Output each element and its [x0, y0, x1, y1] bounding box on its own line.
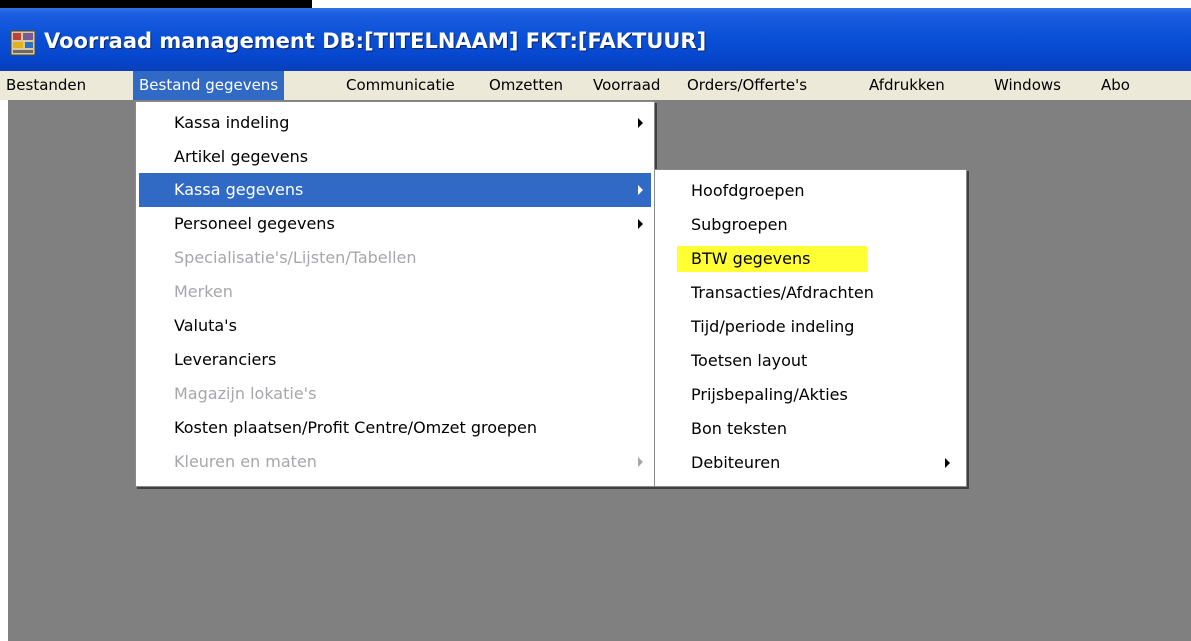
menu-item-artikel-gegevens[interactable]: Artikel gegevens: [136, 140, 654, 174]
menu-bar: Bestanden Bestand gegevens Communicatie …: [0, 71, 1191, 101]
menu-item-label: Kassa indeling: [174, 113, 290, 132]
menu-item-personeel-gegevens[interactable]: Personeel gegevens: [136, 207, 654, 241]
application-window: Voorraad management DB:[TITELNAAM] FKT:[…: [0, 0, 1191, 641]
menu-item-label: Toetsen layout: [691, 351, 808, 370]
submenu-arrow-icon: [638, 185, 643, 195]
menu-item-label: BTW gegevens: [691, 249, 811, 268]
menu-item-label: Kassa gegevens: [174, 180, 304, 199]
menu-item-merken: Merken: [136, 275, 654, 309]
menu-item-label: Leveranciers: [174, 350, 277, 369]
menu-item-transacties-afdrachten[interactable]: Transacties/Afdrachten: [655, 276, 966, 310]
menu-item-valutas[interactable]: Valuta's: [136, 309, 654, 343]
menu-orders-offertes[interactable]: Orders/Offerte's: [681, 71, 813, 100]
submenu-arrow-icon: [945, 458, 950, 468]
menu-item-label: Prijsbepaling/Akties: [691, 385, 848, 404]
menu-item-specialisaties: Specialisatie's/Lijsten/Tabellen: [136, 241, 654, 275]
menu-item-prijsbepaling-akties[interactable]: Prijsbepaling/Akties: [655, 378, 966, 412]
submenu-arrow-icon: [638, 219, 643, 229]
menu-item-label: Artikel gegevens: [174, 147, 309, 166]
menu-bestanden[interactable]: Bestanden: [0, 71, 92, 100]
top-edge-strip: [0, 0, 312, 8]
menu-item-label: Hoofdgroepen: [691, 181, 805, 200]
menu-item-label: Kosten plaatsen/Profit Centre/Omzet groe…: [174, 418, 538, 437]
menu-communicatie[interactable]: Communicatie: [340, 71, 461, 100]
menu-item-kleuren-en-maten: Kleuren en maten: [136, 445, 654, 479]
menu-item-toetsen-layout[interactable]: Toetsen layout: [655, 344, 966, 378]
menu-item-magazijn-lokaties: Magazijn lokatie's: [136, 377, 654, 411]
menu-item-label: Subgroepen: [691, 215, 788, 234]
menu-item-kosten-plaatsen[interactable]: Kosten plaatsen/Profit Centre/Omzet groe…: [136, 411, 654, 445]
menu-item-tijd-periode-indeling[interactable]: Tijd/periode indeling: [655, 310, 966, 344]
submenu-arrow-icon: [638, 118, 643, 128]
menu-item-label: Transacties/Afdrachten: [691, 283, 874, 302]
menu-windows[interactable]: Windows: [988, 71, 1067, 100]
title-bar[interactable]: Voorraad management DB:[TITELNAAM] FKT:[…: [0, 8, 1191, 71]
menu-item-label: Personeel gegevens: [174, 214, 335, 233]
menu-item-kassa-indeling[interactable]: Kassa indeling: [136, 106, 654, 140]
menu-item-label: Debiteuren: [691, 453, 781, 472]
menu-abo[interactable]: Abo: [1095, 71, 1136, 100]
menu-omzetten[interactable]: Omzetten: [483, 71, 569, 100]
window-title: Voorraad management DB:[TITELNAAM] FKT:[…: [44, 29, 707, 53]
menu-item-label: Bon teksten: [691, 419, 787, 438]
menu-item-label: Magazijn lokatie's: [174, 384, 317, 403]
menu-afdrukken[interactable]: Afdrukken: [863, 71, 951, 100]
menu-voorraad[interactable]: Voorraad: [587, 71, 666, 100]
menu-item-subgroepen[interactable]: Subgroepen: [655, 208, 966, 242]
menu-item-label: Merken: [174, 282, 233, 301]
menu-item-leveranciers[interactable]: Leveranciers: [136, 343, 654, 377]
menu-item-label: Tijd/periode indeling: [691, 317, 855, 336]
menu-item-label: Kleuren en maten: [174, 452, 317, 471]
workspace-left-border: [0, 100, 8, 641]
menu-item-btw-gegevens[interactable]: BTW gegevens: [655, 242, 966, 276]
menu-item-label: Valuta's: [174, 316, 237, 335]
bestand-gegevens-menu: Kassa indeling Artikel gegevens Kassa ge…: [135, 101, 655, 487]
menu-item-hoofdgroepen[interactable]: Hoofdgroepen: [655, 174, 966, 208]
menu-bestand-gegevens[interactable]: Bestand gegevens: [133, 71, 285, 100]
submenu-arrow-icon: [638, 457, 643, 467]
menu-item-label: Specialisatie's/Lijsten/Tabellen: [174, 248, 417, 267]
kassa-gegevens-submenu: Hoofdgroepen Subgroepen BTW gegevens Tra…: [654, 169, 967, 487]
menu-item-bon-teksten[interactable]: Bon teksten: [655, 412, 966, 446]
app-icon[interactable]: [10, 30, 36, 56]
menu-item-debiteuren[interactable]: Debiteuren: [655, 446, 966, 480]
menu-item-kassa-gegevens[interactable]: Kassa gegevens: [139, 173, 651, 207]
